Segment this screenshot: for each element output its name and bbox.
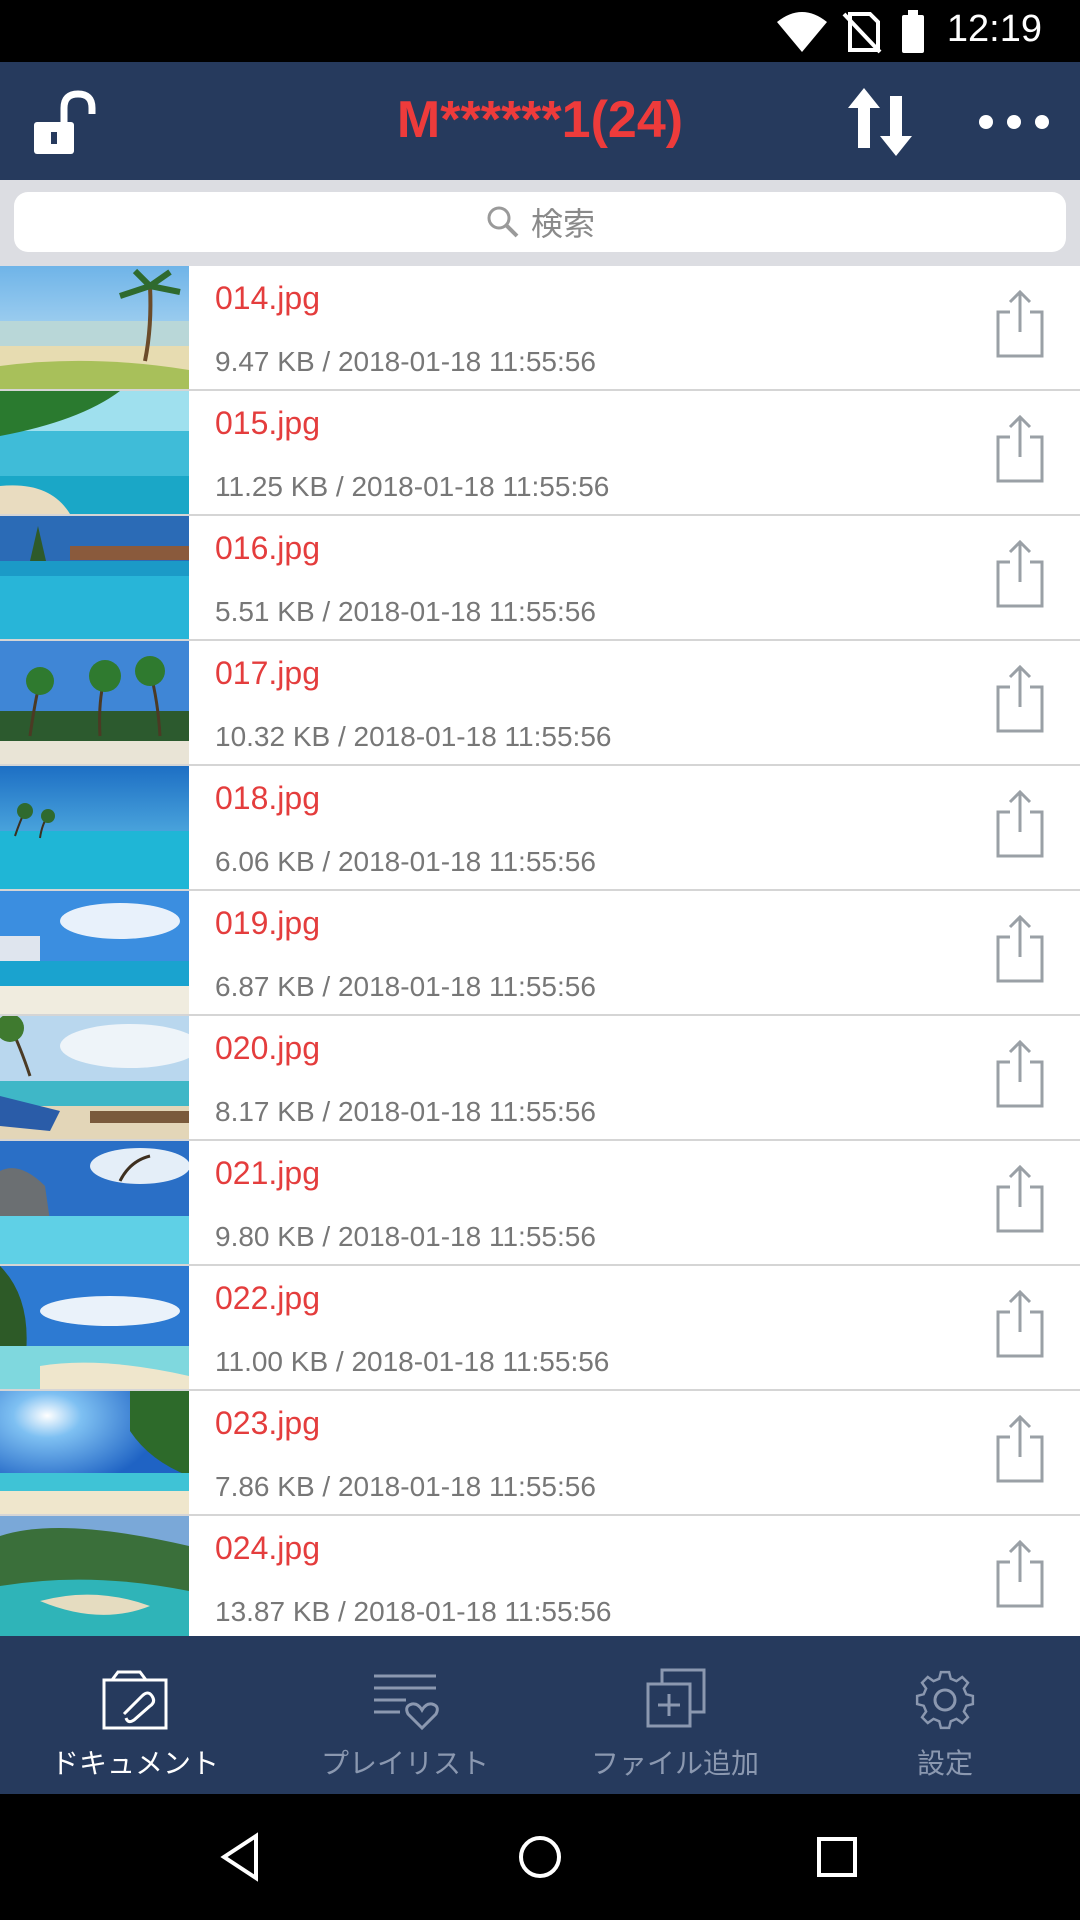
list-item[interactable]: 021.jpg 9.80 KB / 2018-01-18 11:55:56	[0, 1141, 1080, 1266]
list-item[interactable]: 018.jpg 6.06 KB / 2018-01-18 11:55:56	[0, 766, 1080, 891]
tab-label: プレイリスト	[320, 1747, 489, 1780]
thumbnail-image	[0, 1391, 189, 1514]
file-name: 019.jpg	[215, 905, 320, 941]
recents-icon[interactable]	[812, 1832, 862, 1882]
share-icon[interactable]	[990, 1038, 1050, 1110]
file-meta: 6.06 KB / 2018-01-18 11:55:56	[215, 846, 596, 877]
file-name: 014.jpg	[215, 280, 320, 316]
tab-settings[interactable]: 設定	[810, 1636, 1080, 1794]
back-icon[interactable]	[216, 1832, 266, 1882]
tab-playlist[interactable]: プレイリスト	[270, 1636, 540, 1794]
status-bar: 12:19	[0, 0, 1080, 62]
file-meta: 8.17 KB / 2018-01-18 11:55:56	[215, 1096, 596, 1127]
file-meta: 10.32 KB / 2018-01-18 11:55:56	[215, 721, 612, 752]
tab-label: 設定	[916, 1747, 973, 1780]
thumbnail-image	[0, 766, 189, 889]
system-nav-bar	[0, 1794, 1080, 1920]
share-icon[interactable]	[990, 1163, 1050, 1235]
list-item[interactable]: 017.jpg 10.32 KB / 2018-01-18 11:55:56	[0, 641, 1080, 766]
share-icon[interactable]	[990, 1538, 1050, 1610]
list-item[interactable]: 023.jpg 7.86 KB / 2018-01-18 11:55:56	[0, 1391, 1080, 1516]
file-name: 018.jpg	[215, 780, 320, 816]
file-name: 021.jpg	[215, 1155, 320, 1191]
playlist-icon	[374, 1674, 439, 1731]
thumbnail-image	[0, 1516, 189, 1639]
file-name: 017.jpg	[215, 655, 320, 691]
no-sim-icon	[842, 12, 882, 54]
search-icon	[487, 206, 519, 238]
file-name: 023.jpg	[215, 1405, 320, 1441]
file-meta: 11.00 KB / 2018-01-18 11:55:56	[215, 1346, 610, 1377]
tab-label: ドキュメント	[50, 1747, 219, 1780]
file-meta: 11.25 KB / 2018-01-18 11:55:56	[215, 471, 610, 502]
share-icon[interactable]	[990, 1288, 1050, 1360]
file-meta: 13.87 KB / 2018-01-18 11:55:56	[215, 1596, 612, 1627]
file-name: 024.jpg	[215, 1530, 320, 1566]
share-icon[interactable]	[990, 538, 1050, 610]
sort-icon[interactable]	[840, 82, 920, 162]
list-item[interactable]: 020.jpg 8.17 KB / 2018-01-18 11:55:56	[0, 1016, 1080, 1141]
more-icon[interactable]	[974, 82, 1054, 162]
file-name: 020.jpg	[215, 1030, 320, 1066]
thumbnail-image	[0, 891, 189, 1014]
tab-label: ファイル追加	[590, 1747, 759, 1780]
thumbnail-image	[0, 1266, 189, 1389]
share-icon[interactable]	[990, 413, 1050, 485]
thumbnail-image	[0, 641, 189, 764]
battery-icon	[902, 10, 924, 53]
thumbnail-image	[0, 391, 189, 514]
list-item[interactable]: 014.jpg 9.47 KB / 2018-01-18 11:55:56	[0, 266, 1080, 391]
file-list: 014.jpg 9.47 KB / 2018-01-18 11:55:56 01…	[0, 266, 1080, 1641]
file-meta: 9.47 KB / 2018-01-18 11:55:56	[215, 346, 596, 377]
file-meta: 9.80 KB / 2018-01-18 11:55:56	[215, 1221, 596, 1252]
thumbnail-image	[0, 266, 189, 389]
tab-add-file[interactable]: ファイル追加	[540, 1636, 810, 1794]
list-item[interactable]: 016.jpg 5.51 KB / 2018-01-18 11:55:56	[0, 516, 1080, 641]
file-meta: 5.51 KB / 2018-01-18 11:55:56	[215, 596, 596, 627]
wifi-icon	[777, 12, 827, 52]
share-icon[interactable]	[990, 663, 1050, 735]
file-meta: 7.86 KB / 2018-01-18 11:55:56	[215, 1471, 596, 1502]
search-placeholder: 検索	[530, 205, 595, 243]
list-item[interactable]: 015.jpg 11.25 KB / 2018-01-18 11:55:56	[0, 391, 1080, 516]
file-name: 022.jpg	[215, 1280, 320, 1316]
app-bar: M******1(24)	[0, 62, 1080, 180]
file-name: 016.jpg	[215, 530, 320, 566]
bottom-tab-bar: ドキュメント プレイリスト ファイル追加 設定	[0, 1636, 1080, 1794]
list-item[interactable]: 019.jpg 6.87 KB / 2018-01-18 11:55:56	[0, 891, 1080, 1016]
list-item[interactable]: 024.jpg 13.87 KB / 2018-01-18 11:55:56	[0, 1516, 1080, 1641]
gear-icon	[915, 1670, 975, 1730]
search-input[interactable]: 検索	[14, 192, 1066, 252]
document-icon	[102, 1670, 168, 1730]
share-icon[interactable]	[990, 288, 1050, 360]
thumbnail-image	[0, 516, 189, 639]
add-file-icon	[646, 1668, 706, 1728]
share-icon[interactable]	[990, 1413, 1050, 1485]
clock: 12:19	[946, 8, 1042, 50]
tab-documents[interactable]: ドキュメント	[0, 1636, 270, 1794]
share-icon[interactable]	[990, 788, 1050, 860]
search-area: 検索	[0, 180, 1080, 266]
file-name: 015.jpg	[215, 405, 320, 441]
thumbnail-image	[0, 1016, 189, 1139]
share-icon[interactable]	[990, 913, 1050, 985]
home-icon[interactable]	[515, 1832, 565, 1882]
thumbnail-image	[0, 1141, 189, 1264]
file-meta: 6.87 KB / 2018-01-18 11:55:56	[215, 971, 596, 1002]
list-item[interactable]: 022.jpg 11.00 KB / 2018-01-18 11:55:56	[0, 1266, 1080, 1391]
